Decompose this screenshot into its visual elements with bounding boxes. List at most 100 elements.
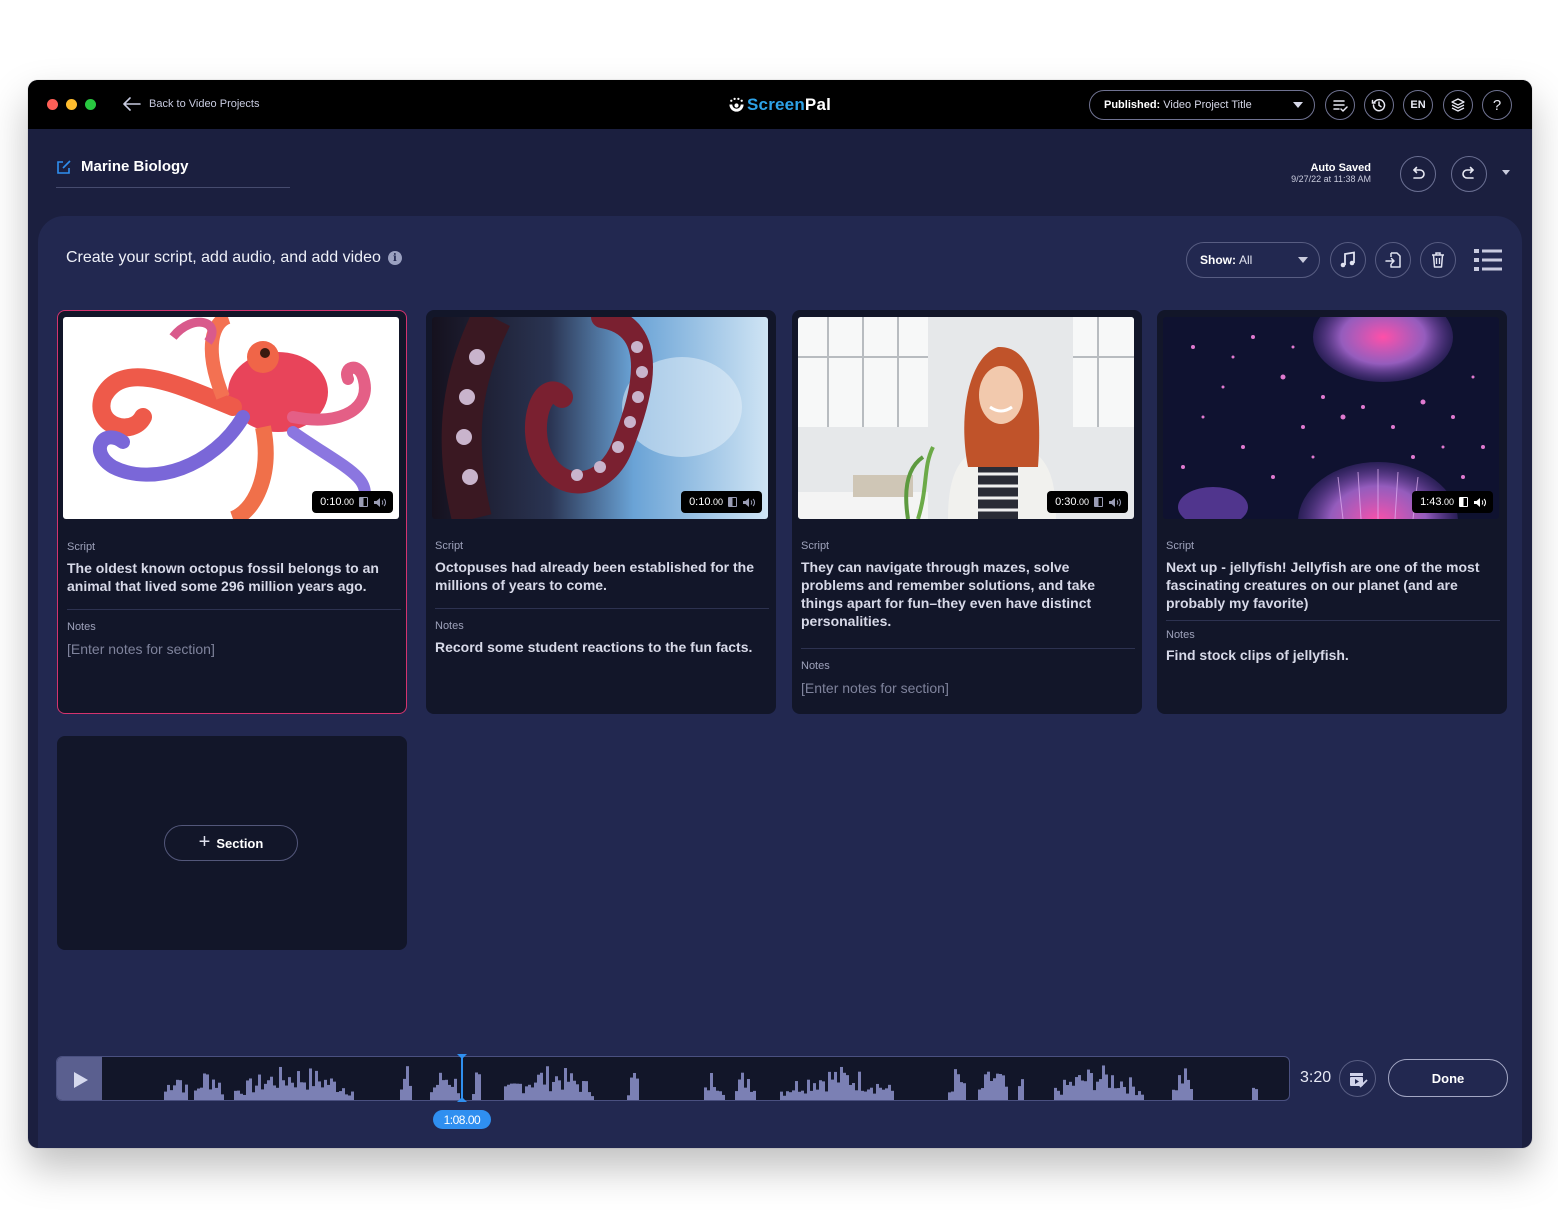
waveform-bar [406,1066,409,1100]
show-filter-dropdown[interactable]: Show: All [1186,242,1320,278]
timeline[interactable] [56,1056,1290,1101]
caret-down-icon [1293,102,1303,108]
redo-button[interactable] [1451,156,1487,192]
panel-header: Create your script, add audio, and add v… [66,249,402,267]
waveform-bar [534,1082,537,1100]
waveform-bar [888,1084,891,1100]
waveform-bar [246,1080,249,1100]
waveform-bar [722,1094,725,1100]
publish-status-dropdown[interactable]: Published: Video Project Title [1089,90,1315,120]
import-button[interactable] [1375,242,1411,278]
waveform-bar [744,1087,747,1100]
waveform-bar [303,1082,306,1100]
waveform-bar [218,1082,221,1100]
arrow-left-icon [123,97,141,111]
waveform-bar [567,1081,570,1100]
play-button[interactable] [57,1057,102,1100]
import-file-icon [1385,252,1401,268]
total-duration: 3:20 [1300,1069,1332,1086]
section-thumbnail-octopus-tentacle: 0:10.00 [432,317,768,519]
waveform-bar [852,1083,855,1100]
back-link-label: Back to Video Projects [149,98,260,110]
notes-input[interactable]: [Enter notes for section] [67,640,397,658]
waveform-bar [1117,1088,1120,1100]
section-card[interactable]: 0:10.00 Script Octopuses had already bee… [426,310,776,714]
project-name-field[interactable]: Marine Biology [56,158,189,175]
waveform-bar [1123,1086,1126,1100]
script-text[interactable]: Next up - jellyfish! Jellyfish are one o… [1166,558,1496,612]
script-text[interactable]: Octopuses had already been established f… [435,558,765,594]
waveform-bar [1111,1075,1114,1100]
script-label: Script [435,540,464,552]
layers-button[interactable] [1443,90,1473,120]
waveform-bar [795,1081,798,1100]
help-button[interactable]: ? [1482,90,1512,120]
done-button[interactable]: Done [1388,1059,1508,1097]
waveform-bar [336,1092,339,1100]
duration-fraction: .00 [1076,497,1089,507]
duration-value: 1:43 [1420,496,1442,508]
waveform-bar [240,1093,243,1100]
script-label: Script [1166,540,1195,552]
script-text[interactable]: The oldest known octopus fossil belongs … [67,559,397,595]
minimize-window-button[interactable] [66,99,77,110]
checklist-button[interactable] [1325,90,1355,120]
waveform-bar [948,1092,951,1100]
playhead[interactable] [456,1054,467,1102]
waveform-bar [300,1082,303,1100]
back-to-projects-link[interactable]: Back to Video Projects [123,94,259,114]
waveform-bar [957,1074,960,1100]
waveform-bar [234,1090,237,1100]
logo-icon [729,97,744,112]
waveform-bar [255,1085,258,1100]
add-audio-button[interactable] [1330,242,1366,278]
waveform-bar [741,1072,744,1100]
waveform-bar [843,1072,846,1100]
waveform-bar [1141,1094,1144,1100]
list-view-icon[interactable] [1474,248,1502,272]
waveform-bar [579,1091,582,1100]
add-section-label: Section [216,835,264,851]
delete-button[interactable] [1420,242,1456,278]
waveform-bar [792,1090,795,1100]
waveform-bar [588,1092,591,1100]
add-section-button[interactable]: + Section [164,825,298,861]
waveform-bar [633,1072,636,1100]
waveform-bar [951,1091,954,1100]
notes-input[interactable]: Record some student reactions to the fun… [435,638,765,656]
info-icon[interactable]: i [387,251,402,265]
waveform-bar [537,1074,540,1100]
language-button[interactable]: EN [1403,90,1433,120]
waveform-bar [1129,1077,1132,1100]
section-card[interactable]: 0:30.00 Script They can navigate through… [792,310,1142,714]
undo-button[interactable] [1400,156,1436,192]
waveform-bar [1072,1085,1075,1100]
waveform-bar [215,1087,218,1100]
audio-waveform[interactable] [102,1057,1290,1101]
notes-input[interactable]: [Enter notes for section] [801,679,1131,697]
history-dropdown-caret[interactable] [1502,170,1510,175]
waveform-bar [321,1087,324,1100]
divider [801,648,1135,649]
notes-input[interactable]: Find stock clips of jellyfish. [1166,646,1496,664]
waveform-bar [243,1094,246,1100]
waveform-bar [442,1080,445,1100]
waveform-bar [816,1089,819,1100]
section-card[interactable]: 0:10.00 Script The oldest known octopus … [57,310,407,714]
waveform-bar [780,1091,783,1100]
waveform-bar [564,1068,567,1100]
waveform-bar [345,1094,348,1100]
waveform-bar [876,1083,879,1100]
history-button[interactable] [1364,90,1394,120]
waveform-bar [513,1083,516,1100]
language-label: EN [1410,99,1426,111]
maximize-window-button[interactable] [85,99,96,110]
close-window-button[interactable] [47,99,58,110]
volume-icon [1109,497,1121,507]
edit-video-button[interactable] [1339,1060,1376,1097]
script-text[interactable]: They can navigate through mazes, solve p… [801,558,1131,630]
history-icon [1371,98,1386,112]
waveform-bar [1172,1089,1175,1100]
section-card[interactable]: 1:43.00 Script Next up - jellyfish! Jell… [1157,310,1507,714]
waveform-bar [716,1090,719,1100]
